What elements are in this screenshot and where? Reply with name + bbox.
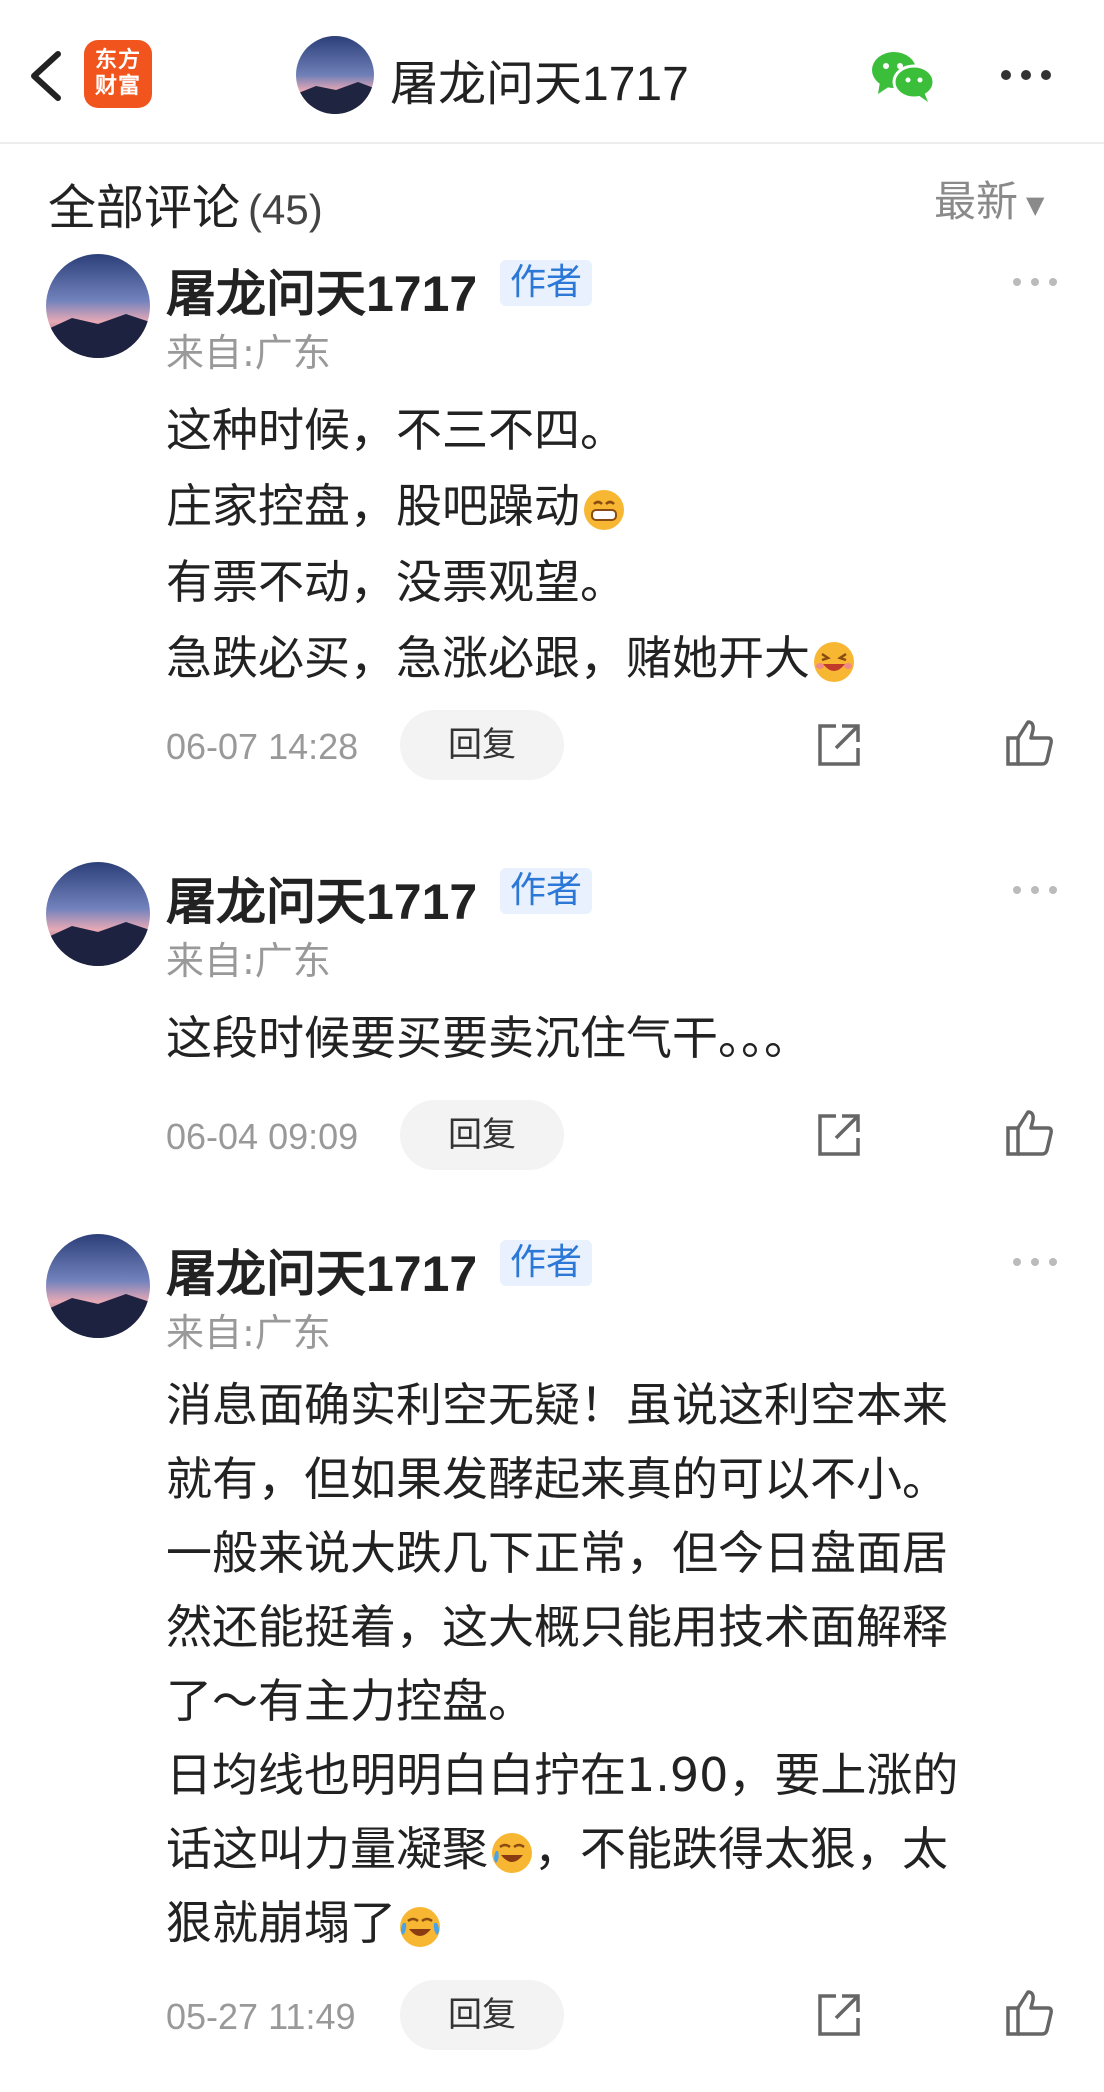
like-thumb-icon[interactable] [1004,1106,1056,1158]
back-button[interactable] [18,40,78,112]
content-text: 狠就崩塌了 [166,1896,396,1950]
comments-section-title: 全部评论 (45) [48,168,323,238]
author-name[interactable]: 屠龙问天1717 [166,254,477,326]
content-line: 一般来说大跌几下正常，但今日盘面居 [166,1526,948,1580]
avatar[interactable] [46,254,150,358]
more-icon[interactable] [1010,272,1060,292]
content-line: 就有，但如果发酵起来真的可以不小。 [166,1452,948,1506]
author-badge: 作者 [500,1240,593,1286]
author-name[interactable]: 屠龙问天1717 [166,862,477,934]
like-thumb-icon[interactable] [1004,716,1056,768]
header-title: 屠龙问天1717 [390,58,689,111]
content-line: 这种时候，不三不四。 [166,403,626,457]
reply-button[interactable]: 回复 [400,710,564,780]
avatar[interactable] [46,862,150,966]
content-text: 急跌必买，急涨必跟，赌她开大 [166,631,810,685]
reply-button[interactable]: 回复 [400,1100,564,1170]
author-badge: 作者 [500,868,593,914]
logo-text-line2: 财富 [94,74,141,99]
share-icon[interactable] [812,1110,864,1162]
sort-dropdown[interactable]: 最新 ▼ [934,168,1044,229]
comments-title: 全部评论 [48,180,241,236]
app-logo[interactable]: 东方 财富 [84,40,152,108]
comments-count: (45) [248,186,323,233]
laughing-emoji-icon [814,641,854,682]
content-line: 消息面确实利空无疑！虽说这利空本来 [166,1378,948,1432]
crying-laughing-emoji-icon [492,1832,532,1873]
comment-content: 这段时候要买要卖沉住气干。。。 [166,1000,1046,1076]
region-label: 来自:广东 [166,1311,331,1355]
content-line: 日均线也明明白白拧在1.90，要上涨的 [166,1748,959,1802]
grin-emoji-icon [584,489,624,530]
more-icon[interactable] [1010,880,1060,900]
share-icon[interactable] [812,720,864,772]
comment-time: 06-07 14:28 [166,726,359,767]
content-line: 话这叫力量凝聚 ，不能跌得太狠，太 [166,1812,1046,1886]
content-text: 话这叫力量凝聚 [166,1822,488,1876]
reply-button[interactable]: 回复 [400,1980,564,2050]
avatar[interactable] [46,1234,150,1338]
comment-time: 05-27 11:49 [166,1996,356,2037]
top-bar: 东方 财富 屠龙问天1717 [0,0,1104,144]
comment-content: 消息面确实利空无疑！虽说这利空本来 就有，但如果发酵起来真的可以不小。 一般来说… [166,1368,1046,1960]
region-label: 来自:广东 [166,331,331,375]
caret-down-icon: ▼ [1026,190,1045,219]
content-line: 急跌必买，急涨必跟，赌她开大 [166,620,1046,696]
content-line: 有票不动，没票观望。 [166,555,626,609]
author-name[interactable]: 屠龙问天1717 [166,1234,477,1306]
region-label: 来自:广东 [166,939,331,983]
avatar-image [296,36,374,114]
logo-text-line1: 东方 [94,48,141,73]
content-line: 然还能挺着，这大概只能用技术面解释 [166,1600,948,1654]
content-text: 庄家控盘，股吧躁动 [166,479,580,533]
content-line: 庄家控盘，股吧躁动 [166,468,1046,544]
wechat-icon[interactable] [870,48,936,104]
tears-of-joy-emoji-icon [400,1906,440,1947]
author-badge: 作者 [500,260,593,306]
content-line: 狠就崩塌了 [166,1886,1046,1960]
comment-content: 这种时候，不三不四。 庄家控盘，股吧躁动 有票不动，没票观望。 急跌必买，急涨必… [166,392,1046,696]
content-text: ，不能跌得太狠，太 [534,1822,948,1876]
chevron-left-icon [31,51,61,101]
share-icon[interactable] [812,1990,864,2042]
content-line: 这段时候要买要卖沉住气干。。。 [166,1011,810,1065]
header-avatar[interactable] [296,36,374,114]
sort-label: 最新 [934,177,1019,226]
more-icon[interactable] [1010,1252,1060,1272]
content-line: 了～有主力控盘。 [166,1674,534,1728]
more-horizontal-icon[interactable] [998,60,1054,90]
like-thumb-icon[interactable] [1004,1986,1056,2038]
comment-time: 06-04 09:09 [166,1116,359,1157]
